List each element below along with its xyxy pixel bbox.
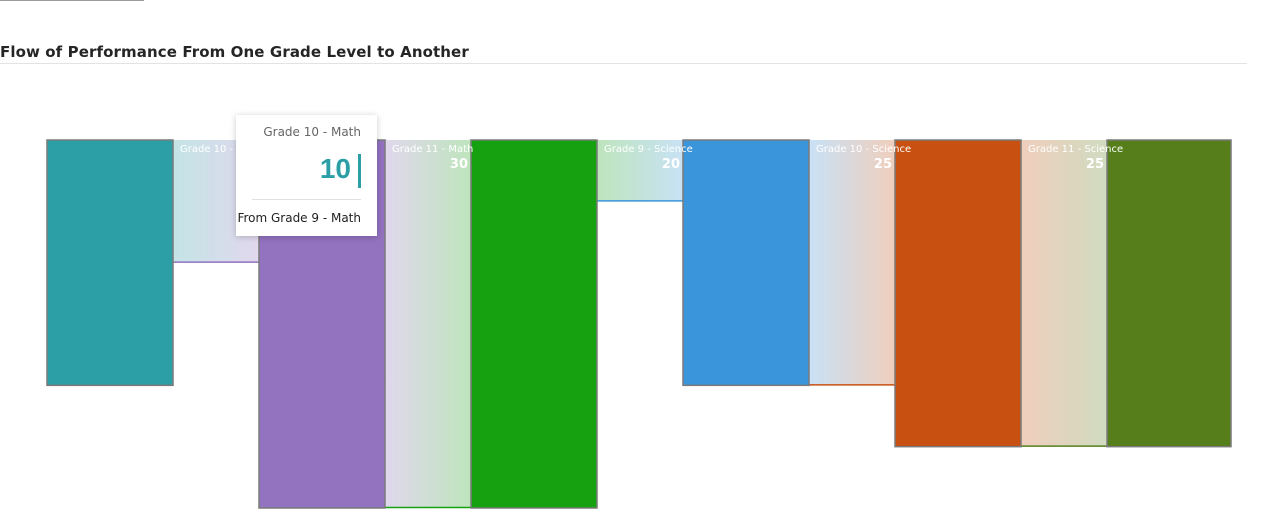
- node-grade-11-math[interactable]: [470, 139, 598, 509]
- tooltip-value: 10: [319, 153, 351, 184]
- node-grade-10-science[interactable]: [894, 139, 1022, 448]
- link-value-label-2: 20: [662, 157, 680, 172]
- link-grade-10-math-to-grade-11-math[interactable]: [385, 140, 471, 508]
- link-grade-9-science-to-grade-10-science[interactable]: [809, 140, 895, 386]
- tooltip: Grade 10 - Math 10 From Grade 9 - Math: [236, 115, 377, 236]
- tooltip-subtitle: From Grade 9 - Math: [237, 211, 361, 225]
- node-grade-9-science[interactable]: [682, 139, 810, 387]
- link-label-3: Grade 10 - Science: [816, 144, 911, 155]
- link-value-label-4: 25: [1086, 157, 1104, 172]
- tooltip-value-bar: [358, 154, 361, 188]
- link-grade-10-science-to-grade-11-science[interactable]: [1021, 140, 1107, 447]
- sankey-chart: Grade 10 - Math0Grade 11 - Math30Grade 9…: [38, 139, 1232, 509]
- link-label-2: Grade 9 - Science: [604, 144, 693, 155]
- tooltip-title: Grade 10 - Math: [263, 125, 361, 139]
- link-label-1: Grade 11 - Math: [392, 144, 473, 155]
- tooltip-divider: [252, 199, 361, 200]
- link-value-label-3: 25: [874, 157, 892, 172]
- link-label-4: Grade 11 - Science: [1028, 144, 1123, 155]
- node-grade-9-math[interactable]: [46, 139, 174, 387]
- node-grade-11-science[interactable]: [1106, 139, 1232, 448]
- cut-label: h: [38, 144, 44, 155]
- link-value-label-1: 30: [450, 157, 468, 172]
